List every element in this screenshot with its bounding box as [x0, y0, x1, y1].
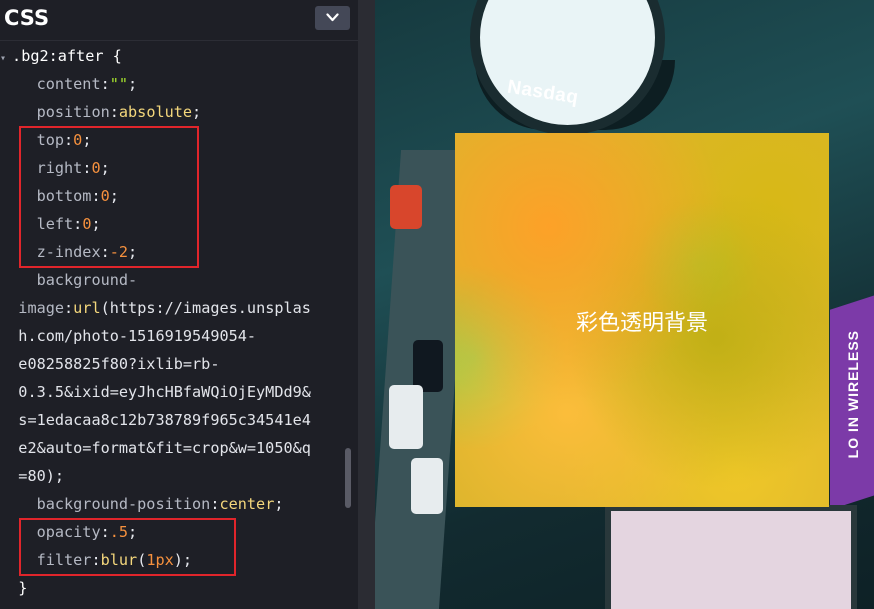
code-token: ( [100, 299, 110, 317]
chevron-down-icon [326, 13, 339, 22]
code-line[interactable]: content:""; [0, 70, 345, 98]
code-line[interactable]: h.com/photo-1516919549054- [0, 322, 345, 350]
code-token: e08258825f80?ixlib=rb- [18, 355, 220, 373]
code-token: : [64, 299, 74, 317]
code-token: content [18, 75, 101, 93]
code-token: "" [109, 75, 129, 93]
code-token: } [18, 579, 28, 597]
code-line[interactable]: =80); [0, 462, 345, 490]
car [389, 385, 423, 449]
code-token: ; [274, 495, 284, 513]
code-token: position [18, 103, 110, 121]
code-token: : [100, 75, 110, 93]
code-line[interactable]: 0.3.5&ixid=eyJhcHBfaWQiOjEyMDd9& [0, 378, 345, 406]
code-line[interactable]: e08258825f80?ixlib=rb- [0, 350, 345, 378]
code-token: 0.3.5&ixid=eyJhcHBfaWQiOjEyMDd9& [18, 383, 311, 401]
code-line[interactable]: s=1edacaa8c12b738789f965c34541e4 [0, 406, 345, 434]
editor-title: CSS [4, 6, 50, 30]
pane-resizer[interactable] [358, 0, 375, 609]
code-token: .bg2 [12, 47, 49, 65]
editor-scrollbar[interactable] [345, 448, 351, 508]
code-token: ); [45, 467, 65, 485]
code-token: ; [192, 103, 202, 121]
code-token: ; [128, 75, 138, 93]
code-token: e2&auto=format&fit=crop&w=1050&q [18, 439, 311, 457]
code-token: :after { [48, 47, 122, 65]
result-preview: Nasdaq LO IN WIRELESS 彩色透明背景 [375, 0, 874, 609]
code-token: =80 [18, 467, 46, 485]
highlight-box-position [19, 126, 199, 268]
code-line[interactable]: image:url(https://images.unsplas [0, 294, 345, 322]
code-token: https://images.unsplas [109, 299, 311, 317]
code-token: url [73, 299, 101, 317]
billboard-text: LO IN WIRELESS [845, 330, 861, 459]
car [411, 458, 443, 514]
code-token: background- [18, 271, 138, 289]
highlight-box-filter [19, 518, 236, 576]
code-token: image [18, 299, 65, 317]
rooftop-building [605, 505, 857, 609]
code-token: s=1edacaa8c12b738789f965c34541e4 [18, 411, 311, 429]
code-line[interactable]: ▾ .bg2:after { [0, 42, 345, 70]
code-line[interactable]: } [0, 574, 345, 602]
code-line[interactable]: background- [0, 266, 345, 294]
css-editor-panel[interactable]: CSS ▾ .bg2:after { content:""; position:… [0, 0, 358, 609]
code-line[interactable]: e2&auto=format&fit=crop&w=1050&q [0, 434, 345, 462]
collapse-button[interactable] [315, 6, 350, 30]
editor-header: CSS [0, 0, 358, 41]
colorful-transparent-box: 彩色透明背景 [455, 133, 829, 507]
code-token: center [219, 495, 275, 513]
code-line[interactable]: position:absolute; [0, 98, 345, 126]
fold-arrow-icon[interactable]: ▾ [0, 53, 12, 64]
car [390, 185, 422, 229]
box-label: 彩色透明背景 [575, 311, 708, 336]
code-token: h.com/photo-1516919549054- [18, 327, 257, 345]
code-line[interactable]: background-position:center; [0, 490, 345, 518]
code-token: background-position [18, 495, 211, 513]
code-token: absolute [118, 103, 193, 121]
code-token: : [109, 103, 119, 121]
